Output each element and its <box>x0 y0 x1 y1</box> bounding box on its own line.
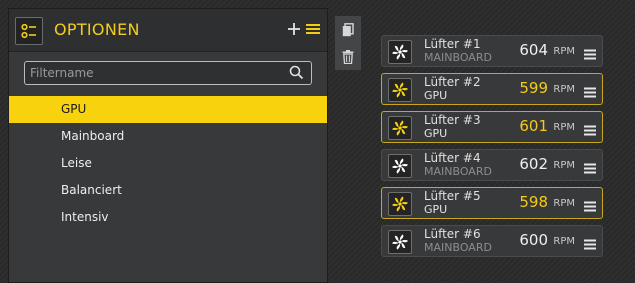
filter-box <box>24 61 312 85</box>
fan-source: GPU <box>424 89 448 102</box>
copy-button[interactable] <box>335 16 361 43</box>
fan-source: MAINBOARD <box>424 51 492 64</box>
fan-icon <box>388 192 412 216</box>
fan-menu-button[interactable] <box>584 235 596 254</box>
fan-name: Lüfter #4 <box>424 151 481 165</box>
fan-icon <box>388 116 412 140</box>
fan-icon <box>388 154 412 178</box>
filter-input[interactable] <box>30 66 280 80</box>
options-panel: OPTIONEN GPU Mainboard Leise B <box>8 8 328 283</box>
fan-menu-button[interactable] <box>584 45 596 64</box>
fan-rpm: 600 <box>519 231 548 249</box>
tool-strip <box>335 16 361 70</box>
fan-card[interactable]: Lüfter #1 MAINBOARD 604 RPM <box>381 35 603 67</box>
fan-source: GPU <box>424 127 448 140</box>
search-icon[interactable] <box>289 65 304 84</box>
panel-title: OPTIONEN <box>54 20 140 39</box>
fan-list: Lüfter #1 MAINBOARD 604 RPM Lüfter #2 GP… <box>381 35 603 263</box>
fan-icon <box>388 230 412 254</box>
list-item-balanciert[interactable]: Balanciert <box>9 177 327 204</box>
fan-card[interactable]: Lüfter #4 MAINBOARD 602 RPM <box>381 149 603 181</box>
fan-menu-button[interactable] <box>584 197 596 216</box>
fan-rpm: 604 <box>519 41 548 59</box>
hamburger-icon <box>584 87 596 98</box>
fan-card[interactable]: Lüfter #6 MAINBOARD 600 RPM <box>381 225 603 257</box>
copy-icon <box>342 22 354 36</box>
plus-icon <box>288 23 300 35</box>
fan-name: Lüfter #3 <box>424 113 481 127</box>
panel-header: OPTIONEN <box>9 9 327 52</box>
fan-name: Lüfter #5 <box>424 189 481 203</box>
list-item-gpu[interactable]: GPU <box>9 96 327 123</box>
fan-card[interactable]: Lüfter #2 GPU 599 RPM <box>381 73 603 105</box>
hamburger-icon <box>584 125 596 136</box>
fan-icon <box>388 78 412 102</box>
hamburger-icon <box>306 24 320 34</box>
hamburger-icon <box>584 239 596 250</box>
fan-rpm: 602 <box>519 155 548 173</box>
hamburger-icon <box>584 49 596 60</box>
fan-menu-button[interactable] <box>584 159 596 178</box>
list-item-mainboard[interactable]: Mainboard <box>9 123 327 150</box>
fan-icon <box>388 40 412 64</box>
list-item-intensiv[interactable]: Intensiv <box>9 204 327 231</box>
fan-source: MAINBOARD <box>424 165 492 178</box>
trash-icon <box>342 49 354 64</box>
fan-source: MAINBOARD <box>424 241 492 254</box>
fan-source: GPU <box>424 203 448 216</box>
fan-name: Lüfter #6 <box>424 227 481 241</box>
fan-rpm-unit: RPM <box>553 236 575 247</box>
fan-rpm-unit: RPM <box>553 46 575 57</box>
fan-rpm-unit: RPM <box>553 160 575 171</box>
fan-rpm-unit: RPM <box>553 198 575 209</box>
fan-rpm: 601 <box>519 117 548 135</box>
fan-rpm-unit: RPM <box>553 122 575 133</box>
fan-name: Lüfter #2 <box>424 75 481 89</box>
fan-card[interactable]: Lüfter #3 GPU 601 RPM <box>381 111 603 143</box>
fan-card[interactable]: Lüfter #5 GPU 598 RPM <box>381 187 603 219</box>
fan-menu-button[interactable] <box>584 121 596 140</box>
list-item-leise[interactable]: Leise <box>9 150 327 177</box>
fan-rpm: 598 <box>519 193 548 211</box>
fan-rpm: 599 <box>519 79 548 97</box>
fan-rpm-unit: RPM <box>553 84 575 95</box>
delete-button[interactable] <box>335 43 361 70</box>
hamburger-icon <box>584 201 596 212</box>
add-profile-button[interactable] <box>284 19 304 39</box>
fan-menu-button[interactable] <box>584 83 596 102</box>
profile-list: GPU Mainboard Leise Balanciert Intensiv <box>9 96 327 231</box>
hamburger-icon <box>584 163 596 174</box>
fan-name: Lüfter #1 <box>424 37 481 51</box>
panel-menu-button[interactable] <box>303 19 323 39</box>
profile-options-icon <box>15 17 43 45</box>
